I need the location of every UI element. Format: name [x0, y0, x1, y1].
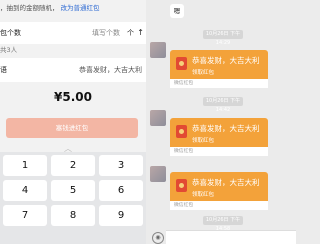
numeric-keypad: 1 2 3 4 5 6 7 8 9	[0, 152, 146, 244]
key-2[interactable]: 2	[51, 155, 95, 176]
packet-subtitle: 领取红包	[192, 138, 215, 144]
key-1[interactable]: 1	[3, 155, 47, 176]
message-input[interactable]	[166, 230, 296, 244]
avatar[interactable]	[150, 110, 166, 126]
greeting-input[interactable]: 恭喜发财，大吉大利	[79, 58, 142, 82]
packet-subtitle: 领取红包	[192, 70, 215, 76]
group-member-count: 共3人	[0, 46, 18, 54]
packet-title: 恭喜发财，大吉大利	[192, 178, 260, 187]
avatar[interactable]	[150, 166, 166, 182]
packet-count-label: 包个数	[0, 29, 21, 37]
key-5[interactable]: 5	[51, 180, 95, 201]
packet-footer: 微信红包	[170, 79, 268, 88]
key-3[interactable]: 3	[99, 155, 143, 176]
packet-footer: 微信红包	[170, 147, 268, 156]
greeting-label: 语	[0, 66, 7, 74]
avatar[interactable]	[150, 42, 166, 58]
red-packet-icon	[176, 125, 187, 138]
voice-icon[interactable]: ◉	[152, 232, 164, 244]
arrow-up-icon: ↑	[137, 28, 144, 37]
key-7[interactable]: 7	[3, 205, 47, 226]
send-red-packet-button[interactable]: 塞钱进红包	[6, 118, 138, 138]
chat-panel: 嗯 10月26日 下午14:29 恭喜发财，大吉大利 领取红包 微信红包 10月…	[146, 0, 300, 244]
packet-count-input[interactable]: 填写个数	[92, 22, 120, 44]
packet-subtitle: 领取红包	[192, 192, 215, 198]
timestamp: 10月26日 下午14:42	[203, 97, 243, 113]
timestamp: 10月26日 下午14:58	[203, 216, 243, 232]
key-8[interactable]: 8	[51, 205, 95, 226]
packet-footer: 微信红包	[170, 201, 268, 210]
packet-count-unit: 个	[127, 29, 134, 37]
timestamp: 10月26日 下午14:29	[203, 30, 243, 46]
text-message: 嗯	[170, 4, 184, 18]
packet-title: 恭喜发财，大吉大利	[192, 124, 260, 133]
random-amount-note: ，抽到的金额随机， 改为普通红包	[0, 0, 146, 16]
packet-count-row[interactable]: 包个数 填写个数 个 ↑	[0, 22, 146, 44]
red-packet-message[interactable]: 恭喜发财，大吉大利 领取红包 微信红包	[170, 118, 268, 156]
red-packet-message[interactable]: 恭喜发财，大吉大利 领取红包 微信红包	[170, 172, 268, 210]
red-packet-icon	[176, 57, 187, 70]
send-red-packet-panel: ，抽到的金额随机， 改为普通红包 包个数 填写个数 个 ↑ 共3人 语 恭喜发财，…	[0, 0, 146, 244]
key-6[interactable]: 6	[99, 180, 143, 201]
key-9[interactable]: 9	[99, 205, 143, 226]
greeting-row[interactable]: 语 恭喜发财，大吉大利	[0, 58, 146, 82]
red-packet-message[interactable]: 恭喜发财，大吉大利 领取红包 微信红包	[170, 50, 268, 88]
total-amount: ¥5.00	[54, 90, 92, 104]
switch-to-normal-packet-link[interactable]: 改为普通红包	[61, 4, 100, 12]
key-4[interactable]: 4	[3, 180, 47, 201]
note-text: ，抽到的金额随机，	[0, 4, 59, 12]
red-packet-icon	[176, 179, 187, 192]
packet-title: 恭喜发财，大吉大利	[192, 56, 260, 65]
